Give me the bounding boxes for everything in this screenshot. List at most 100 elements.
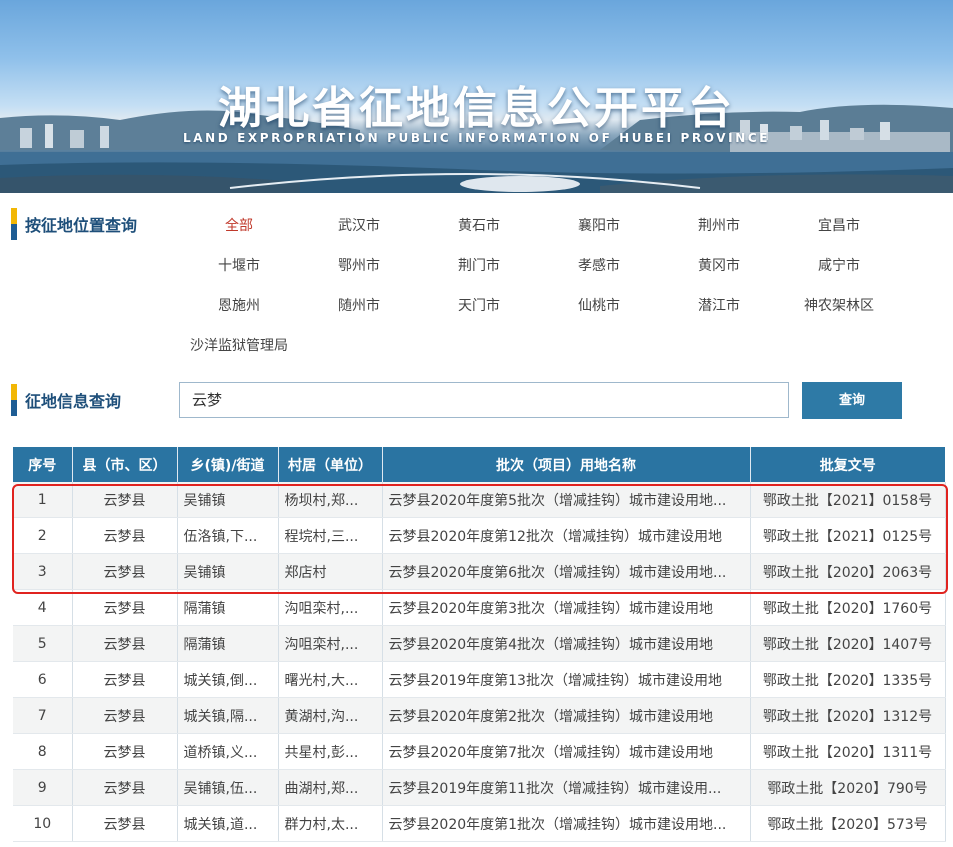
city-suizhou[interactable]: 随州市 [299, 295, 419, 315]
site-title: 湖北省征地信息公开平台 [218, 83, 735, 134]
cell-town: 城关镇,隔... [177, 697, 279, 734]
search-button[interactable]: 查询 [802, 382, 902, 419]
col-header-town: 乡(镇)/街道 [177, 447, 279, 482]
cell-approval-no: 鄂政土批【2020】1335号 [750, 661, 946, 698]
banner: 湖北省征地信息公开平台 LAND EXPROPRIATION PUBLIC IN… [0, 0, 953, 193]
city-xiangyang[interactable]: 襄阳市 [539, 215, 659, 235]
cell-batch-name[interactable]: 云梦县2020年度第3批次（增减挂钩）城市建设用地 [382, 589, 751, 626]
table-row[interactable]: 9 云梦县 吴铺镇,伍... 曲湖村,郑... 云梦县2019年度第11批次（增… [13, 769, 946, 806]
city-huangshi[interactable]: 黄石市 [419, 215, 539, 235]
city-ezhou[interactable]: 鄂州市 [299, 255, 419, 275]
cell-county: 云梦县 [72, 661, 178, 698]
city-enshi[interactable]: 恩施州 [179, 295, 299, 315]
table-row[interactable]: 10 云梦县 城关镇,道... 群力村,太... 云梦县2020年度第1批次（增… [13, 805, 946, 842]
cell-approval-no: 鄂政土批【2020】573号 [750, 805, 946, 842]
search-section-header: 征地信息查询 [11, 384, 121, 416]
cell-county: 云梦县 [72, 517, 178, 554]
cell-batch-name[interactable]: 云梦县2020年度第4批次（增减挂钩）城市建设用地 [382, 625, 751, 662]
table-row[interactable]: 5 云梦县 隔蒲镇 沟咀栾村,... 云梦县2020年度第4批次（增减挂钩）城市… [13, 625, 946, 662]
cell-town: 隔蒲镇 [177, 625, 279, 662]
col-header-village: 村居（单位） [278, 447, 383, 482]
cell-approval-no: 鄂政土批【2021】0158号 [750, 482, 946, 518]
cell-village: 杨坝村,郑... [278, 482, 383, 518]
location-section-header: 按征地位置查询 [11, 208, 137, 240]
city-jingzhou[interactable]: 荆州市 [659, 215, 779, 235]
search-section-title: 征地信息查询 [25, 392, 122, 411]
table-row[interactable]: 2 云梦县 伍洛镇,下... 程垸村,三... 云梦县2020年度第12批次（增… [13, 517, 946, 554]
cell-approval-no: 鄂政土批【2020】790号 [750, 769, 946, 806]
col-header-index: 序号 [13, 447, 73, 482]
city-jingmen[interactable]: 荆门市 [419, 255, 539, 275]
cell-index: 9 [13, 769, 73, 806]
cell-town: 吴铺镇 [177, 553, 279, 590]
cell-village: 群力村,太... [278, 805, 383, 842]
city-shiyan[interactable]: 十堰市 [179, 255, 299, 275]
cell-index: 2 [13, 517, 73, 554]
city-xiaogan[interactable]: 孝感市 [539, 255, 659, 275]
cell-index: 7 [13, 697, 73, 734]
cell-approval-no: 鄂政土批【2020】1407号 [750, 625, 946, 662]
city-wuhan[interactable]: 武汉市 [299, 215, 419, 235]
cell-batch-name[interactable]: 云梦县2019年度第11批次（增减挂钩）城市建设用... [382, 769, 751, 806]
cell-town: 城关镇,道... [177, 805, 279, 842]
cell-county: 云梦县 [72, 733, 178, 770]
cell-batch-name[interactable]: 云梦县2020年度第1批次（增减挂钩）城市建设用地... [382, 805, 751, 842]
cell-village: 郑店村 [278, 553, 383, 590]
search-section: 征地信息查询 云梦 查询 [0, 376, 953, 434]
city-tianmen[interactable]: 天门市 [419, 295, 539, 315]
cell-batch-name[interactable]: 云梦县2020年度第5批次（增减挂钩）城市建设用地... [382, 482, 751, 518]
cell-approval-no: 鄂政土批【2020】1311号 [750, 733, 946, 770]
city-yichang[interactable]: 宜昌市 [779, 215, 899, 235]
cell-village: 曲湖村,郑... [278, 769, 383, 806]
results-table: 序号 县（市、区） 乡(镇)/街道 村居（单位） 批次（项目）用地名称 批复文号… [13, 447, 946, 842]
col-header-batch-name: 批次（项目）用地名称 [382, 447, 751, 482]
cell-town: 吴铺镇 [177, 482, 279, 518]
city-xiantao[interactable]: 仙桃市 [539, 295, 659, 315]
cell-batch-name[interactable]: 云梦县2020年度第7批次（增减挂钩）城市建设用地 [382, 733, 751, 770]
cell-index: 8 [13, 733, 73, 770]
cell-index: 3 [13, 553, 73, 590]
city-shayang-prison[interactable]: 沙洋监狱管理局 [179, 335, 299, 355]
cell-approval-no: 鄂政土批【2020】1312号 [750, 697, 946, 734]
cell-batch-name[interactable]: 云梦县2019年度第13批次（增减挂钩）城市建设用地 [382, 661, 751, 698]
cell-index: 10 [13, 805, 73, 842]
cell-village: 沟咀栾村,... [278, 589, 383, 626]
cell-village: 曙光村,大... [278, 661, 383, 698]
table-row[interactable]: 7 云梦县 城关镇,隔... 黄湖村,沟... 云梦县2020年度第2批次（增减… [13, 697, 946, 734]
col-header-county: 县（市、区） [72, 447, 178, 482]
search-input[interactable]: 云梦 [179, 382, 789, 418]
city-qianjiang[interactable]: 潜江市 [659, 295, 779, 315]
city-all[interactable]: 全部 [179, 215, 299, 235]
cell-town: 道桥镇,义... [177, 733, 279, 770]
city-xianning[interactable]: 咸宁市 [779, 255, 899, 275]
col-header-approval-no: 批复文号 [750, 447, 945, 482]
cell-index: 5 [13, 625, 73, 662]
table-row[interactable]: 8 云梦县 道桥镇,义... 共星村,彭... 云梦县2020年度第7批次（增减… [13, 733, 946, 770]
table-header-row: 序号 县（市、区） 乡(镇)/街道 村居（单位） 批次（项目）用地名称 批复文号 [13, 447, 945, 482]
cell-county: 云梦县 [72, 625, 178, 662]
cell-town: 隔蒲镇 [177, 589, 279, 626]
table-row[interactable]: 6 云梦县 城关镇,倒... 曙光村,大... 云梦县2019年度第13批次（增… [13, 661, 946, 698]
cell-village: 黄湖村,沟... [278, 697, 383, 734]
cell-batch-name[interactable]: 云梦县2020年度第2批次（增减挂钩）城市建设用地 [382, 697, 751, 734]
cell-village: 共星村,彭... [278, 733, 383, 770]
site-subtitle: LAND EXPROPRIATION PUBLIC INFORMATION OF… [182, 131, 771, 145]
location-section-title: 按征地位置查询 [25, 216, 138, 235]
cell-index: 1 [13, 482, 73, 518]
table-row[interactable]: 3 云梦县 吴铺镇 郑店村 云梦县2020年度第6批次（增减挂钩）城市建设用地.… [13, 553, 946, 590]
city-huanggang[interactable]: 黄冈市 [659, 255, 779, 275]
cell-county: 云梦县 [72, 482, 178, 518]
cell-county: 云梦县 [72, 553, 178, 590]
city-shennongjia[interactable]: 神农架林区 [779, 295, 899, 315]
cell-town: 伍洛镇,下... [177, 517, 279, 554]
location-filter-section: 按征地位置查询 全部 武汉市 黄石市 襄阳市 荆州市 宜昌市 十堰市 鄂州市 荆… [0, 193, 953, 376]
cell-batch-name[interactable]: 云梦县2020年度第6批次（增减挂钩）城市建设用地... [382, 553, 751, 590]
cell-batch-name[interactable]: 云梦县2020年度第12批次（增减挂钩）城市建设用地 [382, 517, 751, 554]
cell-village: 程垸村,三... [278, 517, 383, 554]
cell-county: 云梦县 [72, 769, 178, 806]
table-row[interactable]: 1 云梦县 吴铺镇 杨坝村,郑... 云梦县2020年度第5批次（增减挂钩）城市… [13, 482, 946, 518]
cell-approval-no: 鄂政土批【2020】1760号 [750, 589, 946, 626]
section-marker-icon [11, 208, 17, 240]
cell-town: 城关镇,倒... [177, 661, 279, 698]
table-row[interactable]: 4 云梦县 隔蒲镇 沟咀栾村,... 云梦县2020年度第3批次（增减挂钩）城市… [13, 589, 946, 626]
